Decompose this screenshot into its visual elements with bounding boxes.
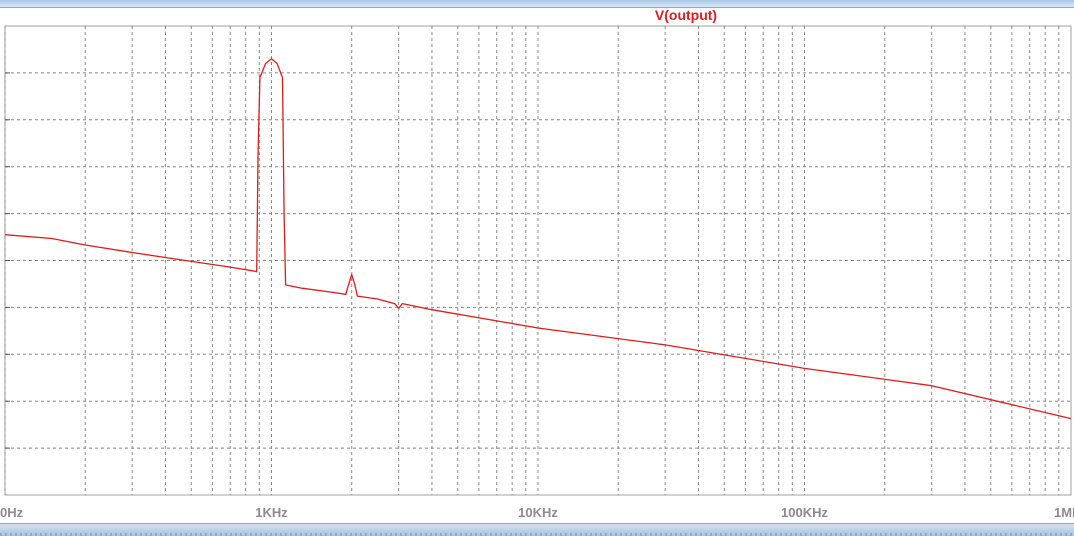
x-tick-label: 10KHz xyxy=(518,505,558,520)
x-tick-label: 1MHz xyxy=(1054,505,1074,520)
chart-title: V(output) xyxy=(655,7,717,23)
window-bottom-band xyxy=(0,523,1074,536)
x-tick-label: 100KHz xyxy=(781,505,828,520)
x-tick-label: 1KHz xyxy=(255,505,288,520)
x-tick-labels: 0Hz 1KHz 10KHz 100KHz 1MHz xyxy=(0,505,1074,520)
x-tick-label: 0Hz xyxy=(0,505,24,520)
plot-area: 0Hz 1KHz 10KHz 100KHz 1MHz V(output) xyxy=(0,7,1074,520)
grid xyxy=(4,25,1072,496)
